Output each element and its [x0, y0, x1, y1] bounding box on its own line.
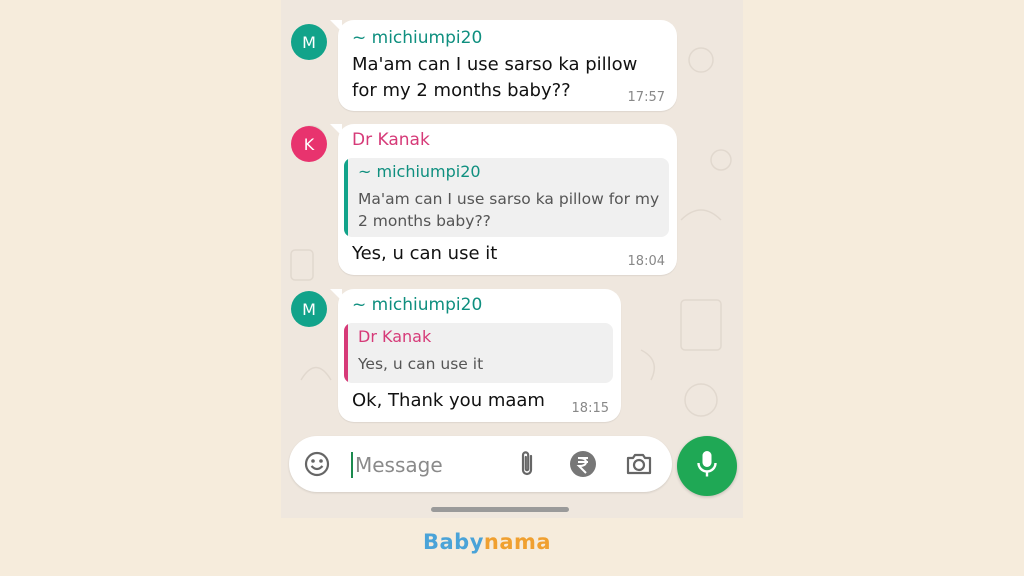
- rupee-icon[interactable]: [567, 448, 599, 480]
- emoji-icon[interactable]: [301, 448, 333, 480]
- brand-logo: Babynama: [423, 530, 551, 554]
- avatar[interactable]: M: [291, 291, 327, 327]
- message-text: Ok, Thank you maam: [352, 390, 545, 411]
- sender-name[interactable]: ~ michiumpi20: [352, 295, 482, 315]
- message-text: Yes, u can use it: [352, 243, 498, 264]
- mic-icon: [695, 449, 719, 483]
- camera-icon[interactable]: [623, 448, 655, 480]
- chat-screen: M ~ michiumpi20 Ma'am can I use sarso ka…: [281, 0, 743, 518]
- message-text-line: for my 2 months baby??: [352, 80, 571, 101]
- message-time: 18:15: [571, 401, 609, 416]
- sender-name[interactable]: ~ michiumpi20: [352, 28, 482, 48]
- message-bubble[interactable]: ~ michiumpi20 Ma'am can I use sarso ka p…: [330, 20, 677, 111]
- quoted-text-line: 2 months baby??: [358, 212, 491, 230]
- attach-icon[interactable]: [511, 448, 543, 480]
- message-composer[interactable]: Message: [289, 436, 672, 492]
- message-bubble[interactable]: Dr Kanak ~ michiumpi20 Ma'am can I use s…: [330, 124, 677, 275]
- avatar[interactable]: K: [291, 126, 327, 162]
- quoted-sender-name: ~ michiumpi20: [358, 162, 481, 181]
- quoted-sender-name: Dr Kanak: [358, 327, 432, 346]
- message-time: 18:04: [627, 254, 665, 269]
- brand-logo-part2: nama: [483, 530, 552, 554]
- quote-bar: [344, 158, 348, 237]
- message-text-line: Ma'am can I use sarso ka pillow: [352, 54, 638, 75]
- message-input[interactable]: Message: [351, 452, 443, 478]
- message-time: 17:57: [627, 90, 665, 105]
- quoted-message[interactable]: Dr Kanak Yes, u can use it: [344, 323, 613, 383]
- quoted-text-line: Ma'am can I use sarso ka pillow for my: [358, 190, 660, 208]
- sender-name[interactable]: Dr Kanak: [352, 130, 430, 150]
- brand-logo-part1: Baby: [423, 530, 484, 554]
- quoted-text-line: Yes, u can use it: [358, 355, 484, 373]
- quote-bar: [344, 323, 348, 383]
- quoted-message[interactable]: ~ michiumpi20 Ma'am can I use sarso ka p…: [344, 158, 669, 237]
- message-bubble[interactable]: ~ michiumpi20 Dr Kanak Yes, u can use it…: [330, 289, 621, 422]
- home-indicator: [431, 507, 569, 512]
- mic-button[interactable]: [677, 436, 737, 496]
- avatar[interactable]: M: [291, 24, 327, 60]
